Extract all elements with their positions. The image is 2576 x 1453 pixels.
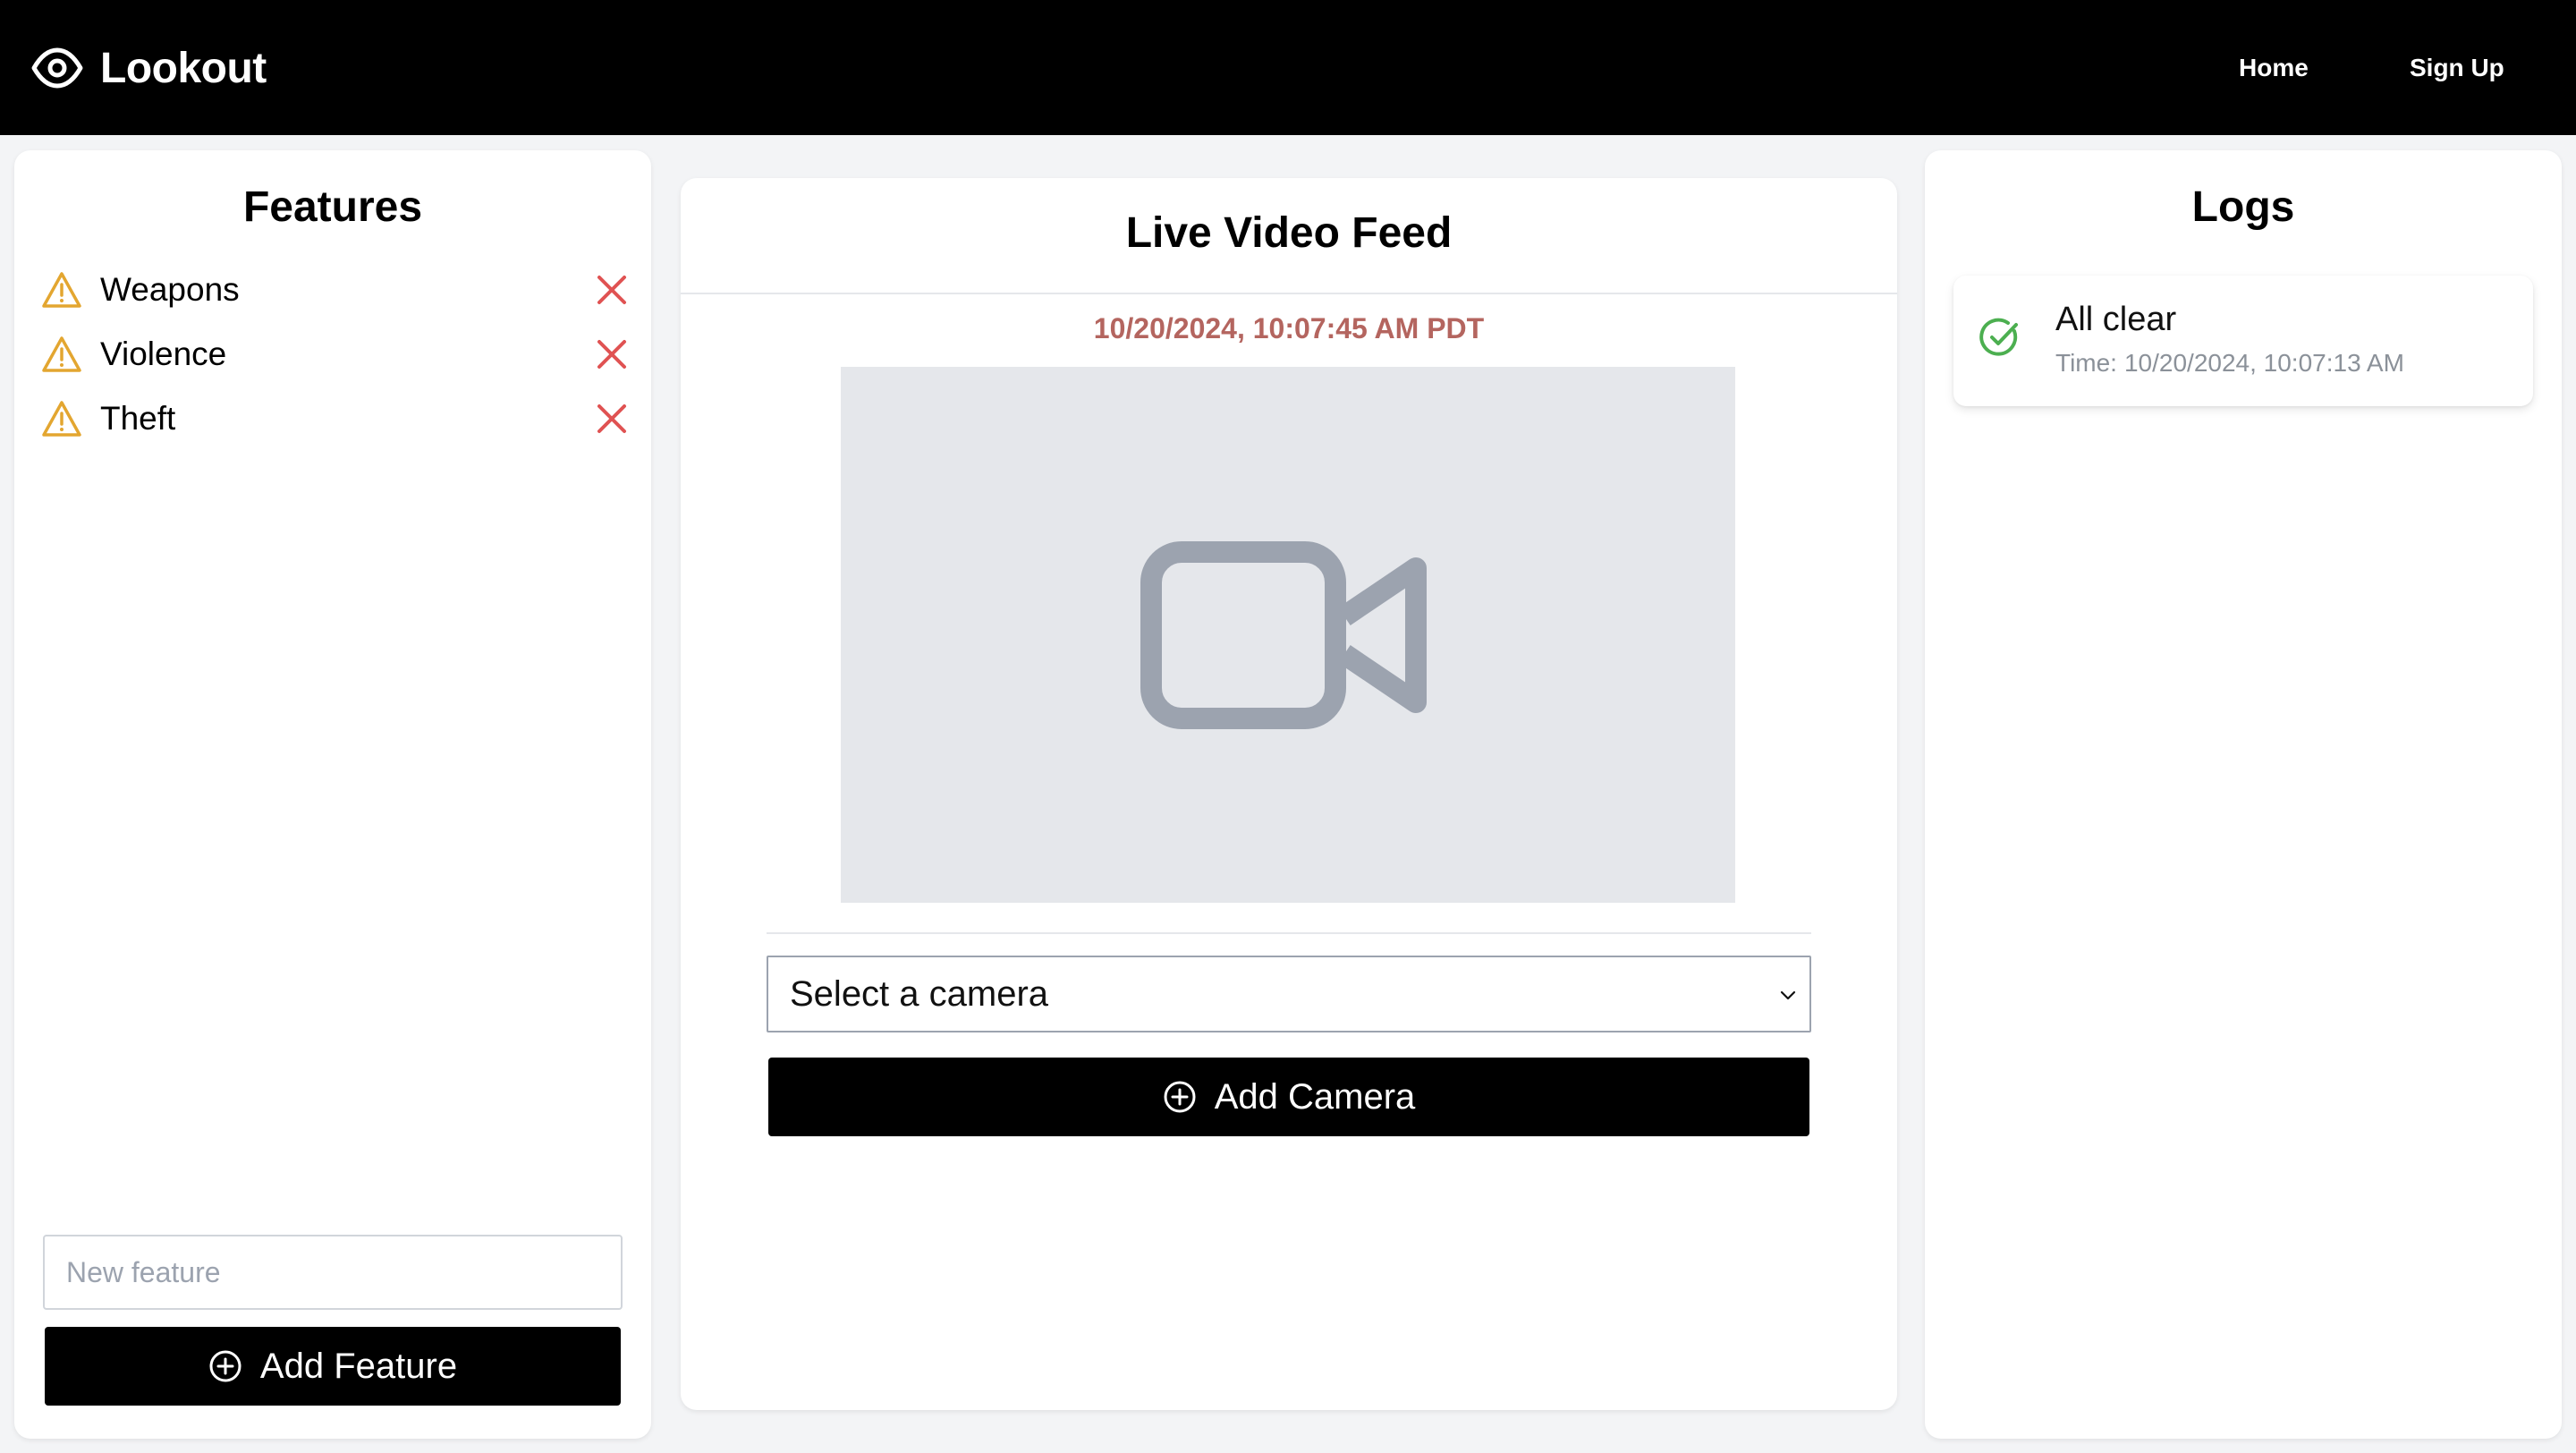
- plus-circle-icon: [1164, 1081, 1196, 1113]
- features-title: Features: [242, 183, 423, 231]
- add-camera-label: Add Camera: [1214, 1076, 1416, 1117]
- close-x-icon[interactable]: [592, 399, 631, 438]
- video-feed-placeholder: [841, 367, 1735, 903]
- video-title: Live Video Feed: [1125, 209, 1453, 257]
- brand[interactable]: Lookout: [30, 43, 267, 93]
- close-x-icon[interactable]: [592, 335, 631, 374]
- warning-triangle-icon: [42, 336, 81, 372]
- brand-name: Lookout: [100, 44, 267, 92]
- log-time: Time: 10/20/2024, 10:07:13 AM: [2055, 349, 2404, 378]
- check-circle-icon: [1979, 318, 2018, 356]
- log-time-prefix: Time:: [2055, 349, 2117, 377]
- logs-title: Logs: [2191, 183, 2295, 231]
- camera-select[interactable]: Select a camera: [767, 956, 1811, 1032]
- warning-triangle-icon: [42, 272, 81, 308]
- log-entry: All clear Time: 10/20/2024, 10:07:13 AM: [1953, 276, 2533, 406]
- new-feature-input[interactable]: [43, 1235, 623, 1310]
- navbar: Lookout Home Sign Up: [0, 0, 2576, 135]
- video-camera-icon: [1140, 540, 1427, 729]
- add-feature-button[interactable]: Add Feature: [45, 1327, 621, 1406]
- logs-panel: Logs All clear Time: 10/20/2024, 10:07:13…: [1925, 150, 2562, 1439]
- feature-item: Weapons: [41, 263, 631, 317]
- feature-label: Weapons: [100, 271, 240, 308]
- close-x-icon[interactable]: [592, 270, 631, 310]
- features-panel: Features Weapons Violence Theft New feat…: [14, 150, 651, 1439]
- log-title: All clear: [2055, 301, 2177, 338]
- video-timestamp: 10/20/2024, 10:07:45 AM PDT: [1093, 312, 1485, 344]
- add-camera-button[interactable]: Add Camera: [768, 1058, 1809, 1136]
- camera-select-value: Select a camera: [790, 973, 1049, 1014]
- feature-label: Theft: [100, 400, 176, 437]
- eye-icon: [31, 47, 83, 89]
- chevron-down-icon: [1780, 990, 1796, 1000]
- log-time-value: 10/20/2024, 10:07:13 AM: [2123, 349, 2404, 377]
- warning-triangle-icon: [42, 401, 81, 437]
- nav-signup-link[interactable]: Sign Up: [2410, 50, 2504, 86]
- feature-label: Violence: [100, 336, 227, 372]
- nav-home-link[interactable]: Home: [2239, 50, 2309, 86]
- feature-item: Violence: [41, 327, 631, 381]
- divider: [767, 932, 1811, 934]
- add-feature-label: Add Feature: [259, 1346, 458, 1386]
- plus-circle-icon: [209, 1350, 242, 1382]
- feature-item: Theft: [41, 392, 631, 446]
- divider: [681, 293, 1897, 294]
- video-panel: Live Video Feed 10/20/2024, 10:07:45 AM …: [681, 178, 1897, 1410]
